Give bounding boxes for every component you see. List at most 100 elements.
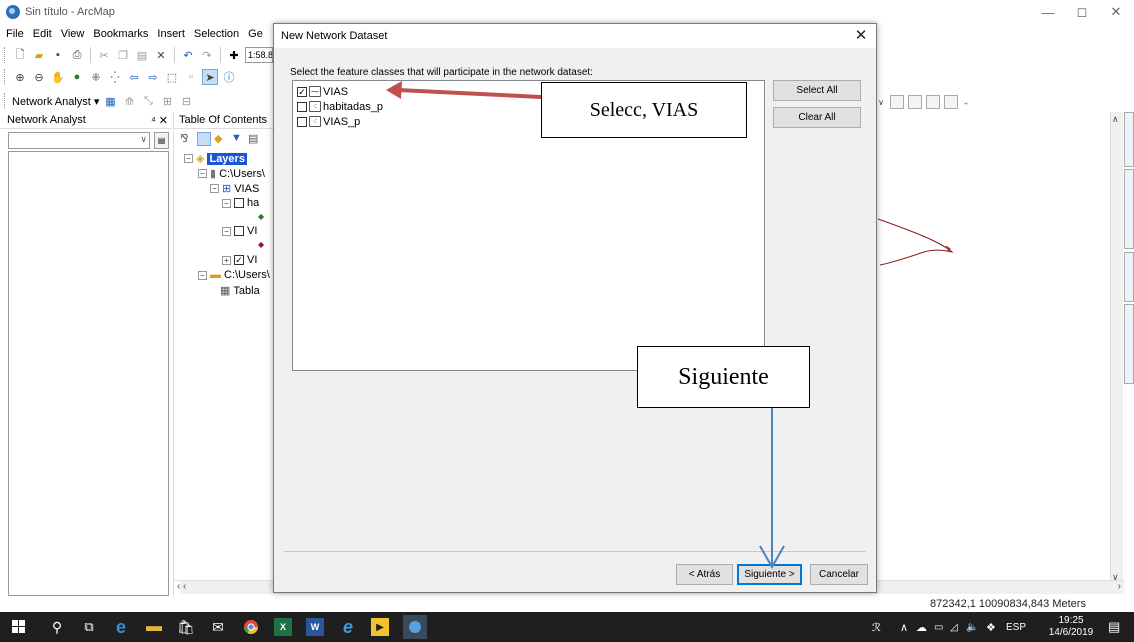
feature-class-item-vias[interactable]: ✓ ⁓ VIAS <box>297 85 348 98</box>
task-view-icon[interactable]: ⧉ <box>80 618 98 636</box>
toc-options-icon[interactable]: ▤ <box>248 132 262 146</box>
identify-icon[interactable]: ⓘ <box>221 69 237 85</box>
excel-icon[interactable]: X <box>274 618 292 636</box>
map-display[interactable] <box>876 112 1110 587</box>
undo-icon[interactable]: ↶ <box>180 47 196 63</box>
map-vertical-scrollbar[interactable]: ∧ ∨ <box>1110 112 1123 587</box>
cut-icon[interactable]: ✂ <box>96 47 112 63</box>
layer-visibility-checkbox[interactable] <box>234 226 244 236</box>
zoom-in-icon[interactable]: ⊕ <box>12 69 28 85</box>
menu-geoprocessing[interactable]: Ge <box>248 28 263 40</box>
menu-insert[interactable]: Insert <box>157 28 185 40</box>
toc-layer-row[interactable]: − VI <box>222 225 257 237</box>
print-icon[interactable]: ⎙ <box>69 47 85 63</box>
action-center-icon[interactable]: ▤ <box>1108 612 1120 642</box>
catalog-icon[interactable] <box>908 95 922 109</box>
collapse-icon[interactable]: − <box>184 154 193 163</box>
dropbox-icon[interactable]: ❖ <box>986 612 996 642</box>
feature-class-checkbox[interactable] <box>297 116 307 127</box>
language-indicator[interactable]: ESP <box>1006 612 1026 642</box>
list-by-drawing-order-icon[interactable]: ⅋ <box>180 132 194 146</box>
redo-icon[interactable]: ↷ <box>199 47 215 63</box>
copy-icon[interactable]: ❐ <box>115 47 131 63</box>
toolbar-grip[interactable] <box>4 93 7 109</box>
toolbar-grip[interactable] <box>4 47 7 63</box>
battery-icon[interactable]: ▭ <box>934 612 943 642</box>
full-extent-icon[interactable]: ● <box>69 69 85 85</box>
cancel-button[interactable]: Cancelar <box>810 564 868 585</box>
open-folder-icon[interactable]: ▰ <box>31 47 47 63</box>
clear-selection-icon[interactable]: ▫ <box>183 69 199 85</box>
fixed-zoom-out-icon[interactable]: ⁛ <box>107 69 123 85</box>
search-window-icon[interactable] <box>926 95 940 109</box>
back-button[interactable]: < Atrás <box>676 564 733 585</box>
catalog-side-tab[interactable] <box>1124 112 1134 167</box>
toc-folder-row[interactable]: − ▬ C:\Users\ <box>198 269 270 281</box>
expand-icon[interactable]: + <box>222 255 231 265</box>
toc-layer-row[interactable]: − ha <box>222 197 259 209</box>
select-elements-icon[interactable]: ➤ <box>202 69 218 85</box>
toolbar-overflow-icon[interactable]: ₌ <box>962 94 970 110</box>
network-analyst-tree[interactable] <box>8 151 169 596</box>
mail-icon[interactable]: ✉ <box>209 618 227 636</box>
chrome-icon[interactable] <box>242 618 260 636</box>
internet-explorer-icon[interactable]: e <box>339 617 357 637</box>
fixed-zoom-in-icon[interactable]: ⁜ <box>88 69 104 85</box>
arcmap-taskbar-yellow-icon[interactable]: ▶ <box>371 618 389 636</box>
select-features-icon[interactable]: ⬚ <box>164 69 180 85</box>
analysis-properties-button[interactable]: ▤ <box>154 132 169 149</box>
menu-edit[interactable]: Edit <box>33 28 52 40</box>
list-by-visibility-icon[interactable]: ◆ <box>214 132 228 146</box>
clear-all-button[interactable]: Clear All <box>773 107 861 128</box>
network-analyst-window-icon[interactable]: ▦ <box>102 93 118 109</box>
store-icon[interactable]: 🛍 <box>177 618 195 636</box>
scroll-left-icon[interactable]: ‹ <box>183 581 186 592</box>
arcmap-taskbar-icon[interactable] <box>403 615 427 639</box>
feature-class-checkbox[interactable] <box>297 101 307 112</box>
new-document-icon[interactable]: 🗋 <box>12 47 28 63</box>
paste-icon[interactable]: ▤ <box>134 47 150 63</box>
word-icon[interactable]: W <box>306 618 324 636</box>
windows-start-icon[interactable] <box>10 618 28 636</box>
build-network-icon[interactable]: ⊞ <box>159 93 175 109</box>
add-data-icon[interactable]: ✚ <box>226 47 242 63</box>
collapse-icon[interactable]: − <box>222 226 231 236</box>
menu-selection[interactable]: Selection <box>194 28 239 40</box>
search-icon[interactable]: ⚲ <box>48 618 66 636</box>
onedrive-icon[interactable]: ☁ <box>916 612 927 642</box>
system-clock[interactable]: 19:25 14/6/2019 <box>1046 615 1096 639</box>
feature-class-checkbox[interactable]: ✓ <box>297 86 307 97</box>
toc-layers-row[interactable]: − ◈ Layers <box>184 152 247 165</box>
scroll-up-icon[interactable]: ∧ <box>1112 114 1119 125</box>
list-by-source-icon[interactable] <box>197 132 211 146</box>
arctoolbox-icon[interactable] <box>944 95 958 109</box>
pane-pin-close-icon[interactable]: ⁴ ✕ <box>151 114 168 127</box>
forward-extent-icon[interactable]: ⇨ <box>145 69 161 85</box>
feature-class-item-habitadas[interactable]: ⁖ habitadas_p <box>297 100 383 113</box>
pan-icon[interactable]: ✋ <box>50 69 66 85</box>
close-window-button[interactable]: ✕ <box>1094 0 1134 24</box>
analysis-layer-combo[interactable]: ∨ <box>8 132 150 149</box>
zoom-out-icon[interactable]: ⊖ <box>31 69 47 85</box>
arctoolbox-side-tab[interactable] <box>1124 169 1134 249</box>
collapse-icon[interactable]: − <box>198 270 207 280</box>
new-route-icon[interactable]: ⟰ <box>121 93 137 109</box>
toc-layer-row[interactable]: + ✓ VI <box>222 254 257 266</box>
directions-icon[interactable]: ⊟ <box>178 93 194 109</box>
dialog-close-button[interactable]: ✕ <box>852 27 870 45</box>
menu-view[interactable]: View <box>61 28 85 40</box>
toc-table-row[interactable]: ▦ Tabla <box>220 284 260 298</box>
layer-visibility-checkbox[interactable]: ✓ <box>234 255 244 265</box>
toc-layers-label[interactable]: Layers <box>207 152 247 165</box>
toolbar-grip[interactable] <box>4 69 7 85</box>
menu-bookmarks[interactable]: Bookmarks <box>93 28 148 40</box>
collapse-icon[interactable]: − <box>222 198 231 208</box>
dropdown-arrow-icon[interactable]: ∨ <box>876 94 886 110</box>
collapse-icon[interactable]: − <box>210 184 219 193</box>
network-analyst-menu[interactable]: Network Analyst ▾ <box>12 95 99 108</box>
solve-icon[interactable]: ⤡ <box>140 93 156 109</box>
toc-vias-dataset-row[interactable]: − ⊞ VIAS <box>210 182 259 195</box>
volume-icon[interactable]: 🔈 <box>966 612 978 642</box>
edge-browser-icon[interactable]: e <box>112 617 130 637</box>
menu-file[interactable]: File <box>6 28 24 40</box>
